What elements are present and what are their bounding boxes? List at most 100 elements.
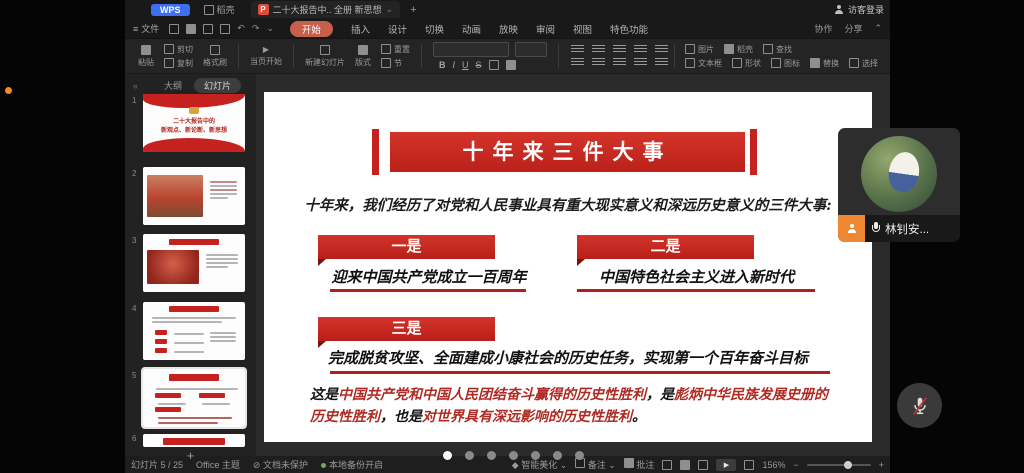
slide-thumbnail-1[interactable]: 二十大报告中的 新观点、新论断、新思想 bbox=[143, 94, 245, 152]
ppt-file-icon: P bbox=[258, 4, 269, 15]
tab-dropdown-icon[interactable]: ⌄ bbox=[386, 4, 394, 15]
text-direction-icon[interactable] bbox=[655, 58, 668, 67]
docer-assets-button[interactable]: 稻壳 bbox=[724, 44, 753, 55]
section-button[interactable]: 节 bbox=[381, 58, 410, 69]
fit-window-icon[interactable] bbox=[744, 460, 754, 470]
quick-access-more-icon[interactable]: ⌄ bbox=[266, 23, 274, 34]
align-center-icon[interactable] bbox=[592, 58, 605, 67]
undo-icon[interactable]: ↶ bbox=[237, 23, 245, 34]
reading-view-icon[interactable] bbox=[698, 460, 708, 470]
find-button[interactable]: 查找 bbox=[763, 44, 792, 55]
tab-transition[interactable]: 切换 bbox=[425, 22, 444, 36]
toolbar-divider bbox=[558, 44, 559, 68]
indent-increase-icon[interactable] bbox=[634, 45, 647, 54]
zoom-slider-knob[interactable] bbox=[844, 461, 852, 469]
participant-video-tile[interactable]: 林钊安... bbox=[838, 128, 960, 242]
page-dot[interactable] bbox=[487, 451, 496, 460]
backup-label: 本地备份开启 bbox=[329, 460, 383, 470]
shape-button[interactable]: 形状 bbox=[732, 58, 761, 69]
page-dot[interactable] bbox=[575, 451, 584, 460]
slide-sorter-view-icon[interactable] bbox=[680, 460, 690, 470]
font-size-select[interactable] bbox=[515, 42, 547, 57]
tab-design[interactable]: 设计 bbox=[388, 22, 407, 36]
add-slide-button[interactable]: + bbox=[125, 448, 256, 463]
indent-decrease-icon[interactable] bbox=[613, 45, 626, 54]
banner-graphic bbox=[169, 306, 219, 312]
item-ribbon-2: 二是 bbox=[577, 235, 754, 259]
tab-outline[interactable]: 大纲 bbox=[164, 79, 182, 92]
replace-button[interactable]: 替换 bbox=[810, 58, 839, 69]
cut-button[interactable]: 剪切 bbox=[164, 44, 193, 55]
italic-button[interactable]: I bbox=[453, 60, 456, 70]
align-right-icon[interactable] bbox=[613, 58, 626, 67]
highlight-color-icon[interactable] bbox=[506, 60, 516, 70]
select-button[interactable]: 选择 bbox=[849, 58, 878, 69]
format-painter-button[interactable]: 格式刷 bbox=[203, 45, 227, 68]
slide-thumbnail-4[interactable] bbox=[143, 302, 245, 360]
preview-icon[interactable] bbox=[220, 24, 230, 34]
wps-menu-button[interactable]: WPS bbox=[151, 4, 190, 16]
local-backup-status[interactable]: 本地备份开启 bbox=[321, 458, 383, 471]
tab-view[interactable]: 视图 bbox=[573, 22, 592, 36]
slide-thumbnail-2[interactable] bbox=[143, 167, 245, 225]
new-slide-button[interactable]: 新建幻灯片 bbox=[305, 45, 345, 68]
tab-insert[interactable]: 插入 bbox=[351, 22, 370, 36]
tab-animation[interactable]: 动画 bbox=[462, 22, 481, 36]
tab-review[interactable]: 审阅 bbox=[536, 22, 555, 36]
document-tab[interactable]: P 二十大报告中.. 全册 新思想 ⌄ bbox=[251, 1, 401, 18]
font-color-icon[interactable] bbox=[489, 60, 499, 70]
user-icon bbox=[834, 5, 844, 15]
play-from-current-button[interactable]: ▶ 当页开始 bbox=[250, 45, 282, 67]
mute-microphone-button[interactable] bbox=[897, 383, 942, 428]
normal-view-icon[interactable] bbox=[662, 460, 672, 470]
new-tab-button[interactable]: + bbox=[410, 4, 416, 16]
slide-thumbnail-6[interactable] bbox=[143, 434, 245, 447]
tab-home[interactable]: 开始 bbox=[290, 21, 333, 37]
page-dot[interactable] bbox=[553, 451, 562, 460]
collaborate-button[interactable]: 协作 bbox=[814, 22, 832, 35]
zoom-slider[interactable] bbox=[807, 464, 871, 466]
save-icon[interactable] bbox=[169, 24, 179, 34]
file-menu-button[interactable]: ≡ 文件 bbox=[133, 22, 159, 35]
collapse-ribbon-icon[interactable]: ⌃ bbox=[874, 23, 882, 34]
zoom-in-button[interactable]: + bbox=[879, 460, 884, 470]
slide-thumbnail-3[interactable] bbox=[143, 234, 245, 292]
document-protect-status[interactable]: ⊘ 文档未保护 bbox=[253, 458, 308, 471]
comments-button[interactable]: 批注 bbox=[624, 458, 655, 471]
docer-tab[interactable]: 稻壳 bbox=[204, 3, 235, 16]
slideshow-play-button[interactable]: ▶ bbox=[716, 459, 736, 471]
strikethrough-button[interactable]: S bbox=[476, 60, 482, 70]
bold-button[interactable]: B bbox=[439, 60, 446, 70]
textbox-button[interactable]: 文本框 bbox=[685, 58, 722, 69]
bullet-list-icon[interactable] bbox=[571, 45, 584, 54]
current-slide[interactable]: 十年来三件大事 十年来，我们经历了对党和人民事业具有重大现实意义和深远历史意义的… bbox=[264, 92, 872, 442]
icon-library-button[interactable]: 图标 bbox=[771, 58, 800, 69]
page-dot[interactable] bbox=[509, 451, 518, 460]
share-button[interactable]: 分享 bbox=[844, 22, 862, 35]
print-icon[interactable] bbox=[203, 24, 213, 34]
zoom-out-button[interactable]: − bbox=[793, 460, 798, 470]
underline-button[interactable]: U bbox=[462, 60, 469, 70]
slide-thumbnail-5-current[interactable] bbox=[143, 369, 245, 427]
layout-button[interactable]: 版式 bbox=[355, 45, 371, 68]
font-name-select[interactable] bbox=[433, 42, 509, 57]
output-icon[interactable] bbox=[186, 24, 196, 34]
copy-button[interactable]: 复制 bbox=[164, 58, 193, 69]
line-spacing-icon[interactable] bbox=[655, 45, 668, 54]
collapse-panel-icon[interactable]: « bbox=[133, 81, 138, 91]
paste-button[interactable]: 粘贴 bbox=[138, 45, 154, 68]
page-dot[interactable] bbox=[465, 451, 474, 460]
justify-icon[interactable] bbox=[634, 58, 647, 67]
number-list-icon[interactable] bbox=[592, 45, 605, 54]
insert-picture-button[interactable]: 图片 bbox=[685, 44, 714, 55]
reset-button[interactable]: 重置 bbox=[381, 44, 410, 55]
insert-group: 图片 稻壳 查找 文本框 形状 图标 替换 选择 bbox=[685, 44, 878, 69]
page-dot-active[interactable] bbox=[443, 451, 452, 460]
align-left-icon[interactable] bbox=[571, 58, 584, 67]
tab-slideshow[interactable]: 放映 bbox=[499, 22, 518, 36]
guest-login-button[interactable]: 访客登录 bbox=[834, 3, 884, 16]
page-dot[interactable] bbox=[531, 451, 540, 460]
redo-icon[interactable]: ↷ bbox=[252, 23, 260, 34]
tab-special-features[interactable]: 特色功能 bbox=[610, 22, 648, 36]
tab-slides[interactable]: 幻灯片 bbox=[194, 78, 241, 93]
